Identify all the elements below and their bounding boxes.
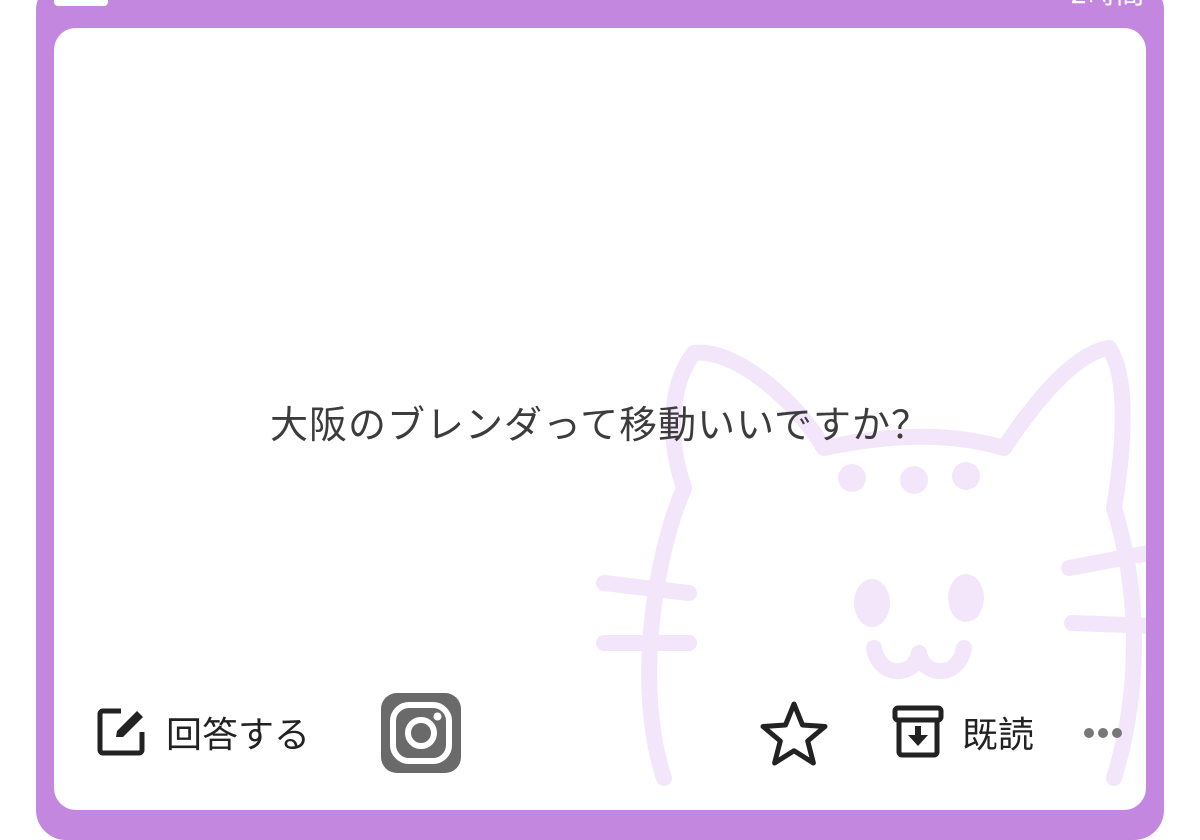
answer-label: 回答する bbox=[166, 715, 311, 756]
question-text: 大阪のブレンダって移動いいですか？ bbox=[270, 403, 930, 447]
more-options-button[interactable] bbox=[1080, 716, 1126, 750]
star-icon bbox=[760, 701, 828, 766]
edit-icon bbox=[97, 708, 145, 756]
favorite-button[interactable] bbox=[758, 698, 830, 770]
instagram-icon bbox=[381, 693, 461, 773]
instagram-share-button[interactable] bbox=[380, 692, 462, 774]
answer-button[interactable]: 回答する bbox=[94, 702, 310, 762]
mark-read-button[interactable]: 既読 bbox=[890, 702, 1034, 762]
question-card: 大阪のブレンダって移動いいですか？ 回答する 既読 bbox=[54, 28, 1146, 810]
more-icon bbox=[1084, 728, 1122, 738]
header-badge bbox=[54, 0, 108, 6]
mark-read-label: 既読 bbox=[962, 715, 1035, 756]
post-time: 2時間 bbox=[1070, 0, 1144, 8]
action-bar: 回答する 既読 bbox=[54, 688, 1146, 778]
archive-icon bbox=[892, 705, 944, 758]
